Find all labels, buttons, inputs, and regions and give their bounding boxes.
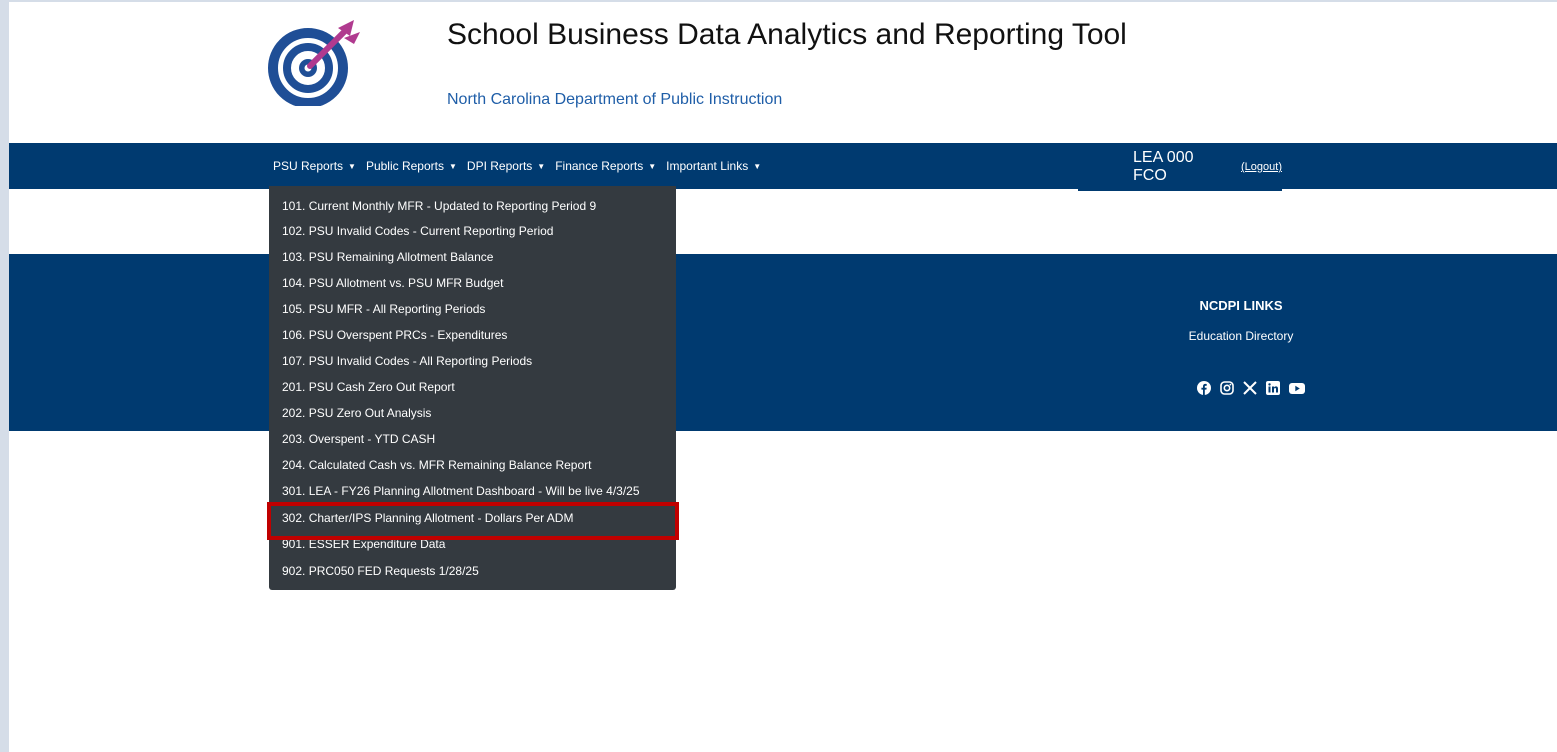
highlight-box: [267, 502, 679, 540]
dropdown-item-102[interactable]: 102. PSU Invalid Codes - Current Reporti…: [282, 221, 553, 241]
dropdown-item-201[interactable]: 201. PSU Cash Zero Out Report: [282, 377, 455, 397]
dropdown-item-105[interactable]: 105. PSU MFR - All Reporting Periods: [282, 299, 485, 319]
dropdown-item-301[interactable]: 301. LEA - FY26 Planning Allotment Dashb…: [282, 481, 640, 501]
page-subtitle: North Carolina Department of Public Inst…: [447, 91, 783, 108]
logout-link[interactable]: (Logout): [1241, 161, 1282, 173]
nav-psu-reports[interactable]: PSU Reports ▼: [273, 159, 356, 173]
page-title: School Business Data Analytics and Repor…: [447, 18, 1127, 51]
caret-down-icon: ▼: [537, 161, 546, 171]
dropdown-item-107[interactable]: 107. PSU Invalid Codes - All Reporting P…: [282, 351, 532, 371]
nav-important-links[interactable]: Important Links ▼: [666, 159, 761, 173]
nav-finance-reports[interactable]: Finance Reports ▼: [555, 159, 656, 173]
dropdown-item-103[interactable]: 103. PSU Remaining Allotment Balance: [282, 247, 493, 267]
education-directory-link[interactable]: Education Directory: [1176, 329, 1306, 343]
footer-heading: NCDPI LINKS: [1199, 298, 1283, 313]
dropdown-item-203[interactable]: 203. Overspent - YTD CASH: [282, 429, 435, 449]
nav-label: Public Reports: [365, 159, 444, 173]
caret-down-icon: ▼: [449, 161, 457, 171]
facebook-icon[interactable]: [1197, 381, 1211, 395]
dropdown-item-902[interactable]: 902. PRC050 FED Requests 1/28/25: [282, 561, 479, 581]
nav-label: DPI Reports: [466, 159, 533, 173]
dropdown-item-101[interactable]: 101. Current Monthly MFR - Updated to Re…: [282, 196, 596, 216]
youtube-icon[interactable]: [1289, 381, 1305, 395]
main-navbar: PSU Reports ▼ Public Reports ▼ DPI Repor…: [9, 143, 1557, 191]
caret-down-icon: ▼: [348, 161, 356, 171]
dropdown-item-106[interactable]: 106. PSU Overspent PRCs - Expenditures: [282, 325, 507, 345]
target-dart-icon: [268, 20, 360, 106]
nav-label: Important Links: [666, 159, 749, 173]
user-box: LEA 000 FCO (Logout): [1078, 143, 1282, 191]
caret-down-icon: ▼: [753, 161, 762, 171]
social-links: [1197, 381, 1305, 395]
linkedin-icon[interactable]: [1266, 381, 1280, 395]
instagram-icon[interactable]: [1220, 381, 1234, 395]
nav-label: Finance Reports: [555, 159, 644, 173]
dropdown-item-202[interactable]: 202. PSU Zero Out Analysis: [282, 403, 431, 423]
x-icon[interactable]: [1243, 381, 1257, 395]
nav-dpi-reports[interactable]: DPI Reports ▼: [467, 159, 545, 173]
dropdown-item-204[interactable]: 204. Calculated Cash vs. MFR Remaining B…: [282, 455, 591, 475]
footer: NCDPI LINKS Education Directory: [9, 254, 1557, 431]
top-border: [0, 0, 1557, 2]
dropdown-item-104[interactable]: 104. PSU Allotment vs. PSU MFR Budget: [282, 273, 503, 293]
nav-label: PSU Reports: [273, 159, 344, 173]
user-name: LEA 000 FCO: [1133, 149, 1194, 184]
left-border: [0, 0, 9, 752]
nav-public-reports[interactable]: Public Reports ▼: [366, 159, 457, 173]
caret-down-icon: ▼: [648, 161, 657, 171]
